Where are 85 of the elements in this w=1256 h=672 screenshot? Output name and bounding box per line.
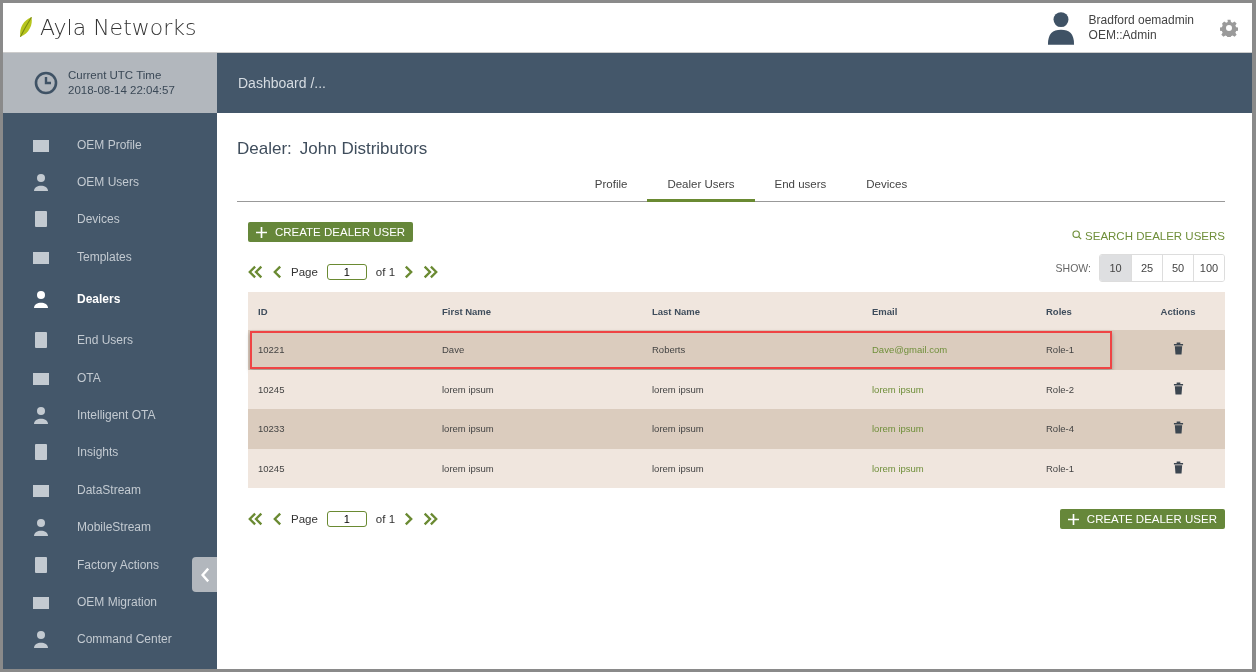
clock-time: 2018-08-14 22:04:57 bbox=[68, 83, 175, 98]
create-dealer-user-button[interactable]: CREATE DEALER USER bbox=[248, 222, 414, 242]
plus-icon bbox=[256, 226, 267, 238]
table-cell-text: 10221 bbox=[258, 344, 286, 356]
user-avatar-icon[interactable] bbox=[1046, 10, 1075, 45]
first-page-icon[interactable] bbox=[248, 512, 264, 526]
chevron-left-icon bbox=[199, 566, 210, 583]
tab[interactable]: Devices bbox=[846, 171, 928, 202]
sidebar-item[interactable]: OEM Profile bbox=[3, 126, 191, 164]
sidebar-item[interactable]: MobileStream bbox=[3, 508, 191, 546]
create-dealer-user-button[interactable]: CREATE DEALER USER bbox=[1059, 509, 1225, 529]
page-count: of 1 bbox=[375, 266, 396, 278]
sidebar-item[interactable]: End Users bbox=[3, 321, 191, 359]
column-header: Actions bbox=[1159, 305, 1197, 317]
search-icon bbox=[1071, 230, 1082, 240]
page-input[interactable]: 1 bbox=[326, 511, 367, 527]
email-link[interactable]: lorem ipsum bbox=[872, 423, 924, 435]
email-link[interactable]: lorem ipsum bbox=[872, 383, 924, 395]
sidebar-item[interactable]: Dealers bbox=[3, 275, 191, 322]
email-link[interactable]: Dave@gmail.com bbox=[872, 344, 948, 356]
delete-icon[interactable] bbox=[1172, 421, 1184, 435]
page-label: Page bbox=[291, 266, 318, 278]
leaf-logo-icon bbox=[17, 16, 34, 39]
table-cell-text: lorem ipsum bbox=[442, 423, 495, 435]
delete-icon[interactable] bbox=[1172, 342, 1184, 356]
column-header: First Name bbox=[442, 305, 493, 317]
page-title: John Distributors bbox=[299, 139, 428, 159]
column-header: Roles bbox=[1046, 305, 1073, 317]
table-cell-text: lorem ipsum bbox=[442, 383, 495, 395]
sidebar-item[interactable]: OEM Migration bbox=[3, 583, 191, 621]
previous-page-icon[interactable] bbox=[273, 265, 282, 279]
sidebar-item[interactable]: Intelligent OTA bbox=[3, 396, 191, 434]
show-label: SHOW: bbox=[1055, 262, 1091, 274]
sidebar-item[interactable]: DataStream bbox=[3, 471, 191, 509]
tab[interactable]: End users bbox=[754, 171, 847, 202]
page-input[interactable]: 1 bbox=[326, 264, 367, 280]
sidebar-item[interactable]: Command Center bbox=[3, 620, 191, 659]
table-cell-text: Roberts bbox=[652, 344, 687, 356]
table-cell-text: lorem ipsum bbox=[652, 462, 705, 474]
sidebar-item[interactable]: Templates bbox=[3, 238, 191, 276]
plus-icon bbox=[1067, 513, 1079, 525]
brand-name: Ayla Networks bbox=[40, 15, 197, 40]
page-label: Page bbox=[291, 513, 318, 525]
collapse-sidebar-button[interactable] bbox=[192, 557, 217, 592]
clock-label: Current UTC Time bbox=[68, 68, 163, 83]
page-count: of 1 bbox=[375, 513, 396, 525]
table-cell-text: lorem ipsum bbox=[442, 462, 495, 474]
sidebar-item[interactable]: OEM Users bbox=[3, 163, 191, 201]
delete-icon[interactable] bbox=[1172, 381, 1184, 395]
table-cell-text: Role-2 bbox=[1046, 383, 1075, 395]
breadcrumb[interactable]: Dashboard /... bbox=[238, 75, 326, 91]
first-page-icon[interactable] bbox=[248, 265, 264, 279]
user-name: Bradford oemadmin bbox=[1088, 12, 1194, 28]
table-cell-text: Role-4 bbox=[1046, 423, 1075, 435]
settings-icon[interactable] bbox=[1220, 18, 1238, 37]
email-link[interactable]: lorem ipsum bbox=[872, 462, 924, 474]
table-cell-text: 10245 bbox=[258, 462, 286, 474]
table-cell-text: lorem ipsum bbox=[652, 423, 705, 435]
table-cell-text: 10245 bbox=[258, 383, 286, 395]
sidebar-item[interactable]: Factory Actions bbox=[3, 545, 191, 584]
previous-page-icon[interactable] bbox=[273, 512, 282, 526]
next-page-icon[interactable] bbox=[404, 512, 414, 526]
column-header: Email bbox=[872, 305, 899, 317]
search-link[interactable]: SEARCH DEALER USERS bbox=[1071, 230, 1225, 242]
clock-icon bbox=[34, 71, 58, 95]
column-header: Last Name bbox=[652, 305, 702, 317]
table-cell-text: Role-1 bbox=[1046, 344, 1075, 356]
tab[interactable]: Dealer Users bbox=[647, 171, 755, 202]
table-cell-text: Dave bbox=[442, 344, 466, 356]
table-cell-text: 10233 bbox=[258, 423, 286, 435]
delete-icon[interactable] bbox=[1172, 460, 1184, 474]
page-size-option[interactable]: 10 bbox=[1100, 255, 1131, 281]
table-cell-text: Role-1 bbox=[1046, 462, 1075, 474]
sidebar-item[interactable]: Devices bbox=[3, 200, 191, 239]
last-page-icon[interactable] bbox=[422, 512, 439, 526]
sidebar-item[interactable]: Insights bbox=[3, 433, 191, 472]
column-header: ID bbox=[258, 305, 269, 317]
next-page-icon[interactable] bbox=[404, 265, 414, 279]
page-size-option[interactable]: 100 bbox=[1193, 255, 1224, 281]
table-cell-text: lorem ipsum bbox=[652, 383, 705, 395]
last-page-icon[interactable] bbox=[422, 265, 439, 279]
tab[interactable]: Profile bbox=[574, 171, 648, 202]
page-title-label: Dealer: bbox=[237, 139, 292, 159]
user-role: OEM::Admin bbox=[1088, 27, 1158, 43]
sidebar-item[interactable]: OTA bbox=[3, 358, 191, 397]
